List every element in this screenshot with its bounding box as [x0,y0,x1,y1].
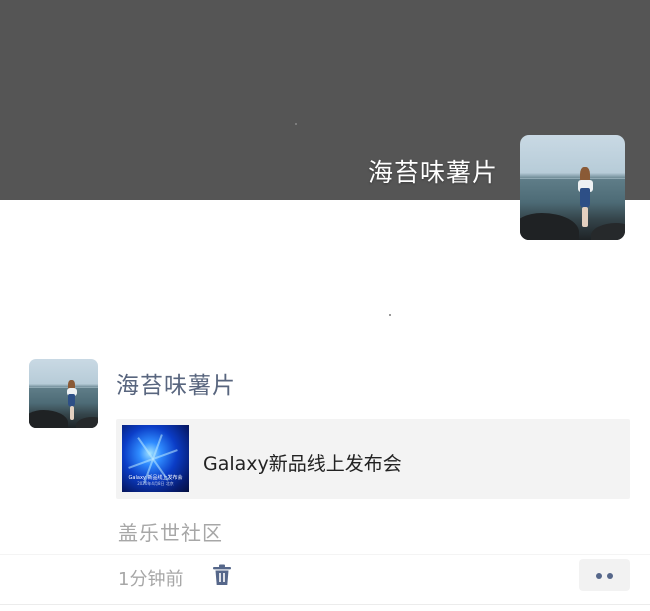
more-button[interactable] [579,559,630,591]
avatar-horizon [29,387,98,389]
avatar-rock [29,410,68,428]
more-dots-icon [607,573,613,579]
thumbnail-caption: Galaxy 新品线上发布会 2020年4月8日 北京 [125,475,186,486]
cover-speck [295,123,297,125]
avatar-horizon [520,178,625,180]
galaxy-event-thumbnail-icon: Galaxy 新品线上发布会 2020年4月8日 北京 [122,425,189,492]
divider [0,554,650,555]
stray-speck [389,314,391,316]
avatar-figure [66,379,77,420]
post-source[interactable]: 盖乐世社区 [118,517,223,546]
post-author-avatar[interactable] [29,359,98,428]
more-dots-icon [596,573,602,579]
shared-link-card[interactable]: Galaxy 新品线上发布会 2020年4月8日 北京 Galaxy新品线上发布… [116,419,630,499]
avatar-rock [520,212,579,240]
profile-avatar[interactable] [520,135,625,240]
avatar-rock [591,223,625,240]
cover-user-name[interactable]: 海苔味薯片 [368,153,498,189]
avatar-figure [577,166,593,228]
thumbnail-subtitle: 2020年4月8日 北京 [137,481,174,487]
divider [0,604,650,605]
link-card-title: Galaxy新品线上发布会 [203,453,402,475]
post-time: 1分钟前 [118,569,184,590]
post-author-name[interactable]: 海苔味薯片 [116,366,236,400]
avatar-rock [75,416,98,428]
trash-icon[interactable] [212,564,232,586]
